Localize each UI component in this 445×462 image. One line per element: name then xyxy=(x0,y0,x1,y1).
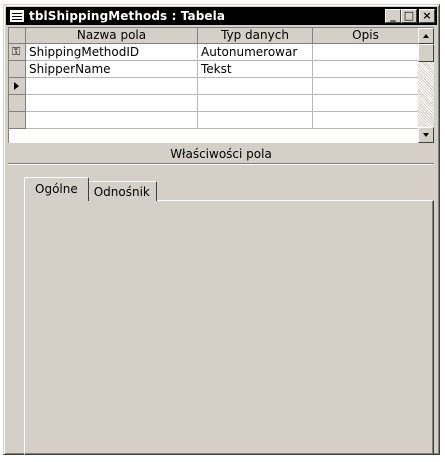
restore-button[interactable]: □ xyxy=(401,9,417,23)
scroll-down-button[interactable] xyxy=(418,127,434,143)
minimize-button[interactable]: _ xyxy=(385,9,401,23)
row-selector[interactable] xyxy=(9,78,26,95)
vertical-scrollbar[interactable] xyxy=(418,28,434,143)
table-row[interactable] xyxy=(9,95,419,112)
title-bar[interactable]: tblShippingMethods : Tabela _ □ × xyxy=(6,7,437,25)
data-type-cell[interactable]: Autonumerowar xyxy=(198,44,313,61)
properties-tabs: Ogólne Odnośnik xyxy=(24,177,157,201)
row-selector[interactable]: ⚿ xyxy=(9,44,26,61)
arrow-down-icon xyxy=(423,133,429,137)
field-name-cell[interactable]: ShippingMethodID xyxy=(26,44,198,61)
table-icon xyxy=(10,10,24,22)
scroll-thumb[interactable] xyxy=(418,44,434,62)
table-design-window: tblShippingMethods : Tabela _ □ × Nazwa … xyxy=(3,4,440,455)
field-name-cell[interactable] xyxy=(26,95,198,112)
table-row[interactable]: ⚿ ShippingMethodID Autonumerowar xyxy=(9,44,419,61)
properties-panel xyxy=(24,200,434,455)
data-type-cell[interactable] xyxy=(198,95,313,112)
field-name-cell[interactable] xyxy=(26,78,198,95)
caption-buttons: _ □ × xyxy=(385,9,435,23)
current-row-arrow-icon xyxy=(14,82,19,90)
row-selector[interactable] xyxy=(9,61,26,78)
header-corner[interactable] xyxy=(9,28,26,44)
grid-header: Nazwa pola Typ danych Opis xyxy=(9,28,419,44)
table-row[interactable] xyxy=(9,78,419,95)
row-selector[interactable] xyxy=(9,95,26,112)
field-name-cell[interactable] xyxy=(26,112,198,129)
tab-lookup[interactable]: Odnośnik xyxy=(86,181,157,201)
scroll-up-button[interactable] xyxy=(418,28,434,44)
description-cell[interactable] xyxy=(313,112,419,129)
row-selector[interactable] xyxy=(9,112,26,129)
description-cell[interactable] xyxy=(313,78,419,95)
column-header-field-name[interactable]: Nazwa pola xyxy=(26,28,198,44)
description-cell[interactable] xyxy=(313,44,419,61)
primary-key-icon: ⚿ xyxy=(12,45,21,58)
arrow-up-icon xyxy=(423,34,429,38)
column-header-data-type[interactable]: Typ danych xyxy=(198,28,313,44)
window-title: tblShippingMethods : Tabela xyxy=(29,9,226,23)
column-header-description[interactable]: Opis xyxy=(313,28,419,44)
data-type-cell[interactable]: Tekst xyxy=(198,61,313,78)
field-grid: Nazwa pola Typ danych Opis ⚿ ShippingMet… xyxy=(8,27,434,143)
tab-general[interactable]: Ogólne xyxy=(24,177,89,201)
field-name-cell[interactable]: ShipperName xyxy=(26,61,198,78)
description-cell[interactable] xyxy=(313,61,419,78)
data-type-cell[interactable] xyxy=(198,112,313,129)
table-row[interactable] xyxy=(9,112,419,129)
table-row[interactable]: ShipperName Tekst xyxy=(9,61,419,78)
description-cell[interactable] xyxy=(313,95,419,112)
close-button[interactable]: × xyxy=(419,9,435,23)
field-properties-label: Właściwości pola xyxy=(8,145,434,164)
data-type-cell[interactable] xyxy=(198,78,313,95)
